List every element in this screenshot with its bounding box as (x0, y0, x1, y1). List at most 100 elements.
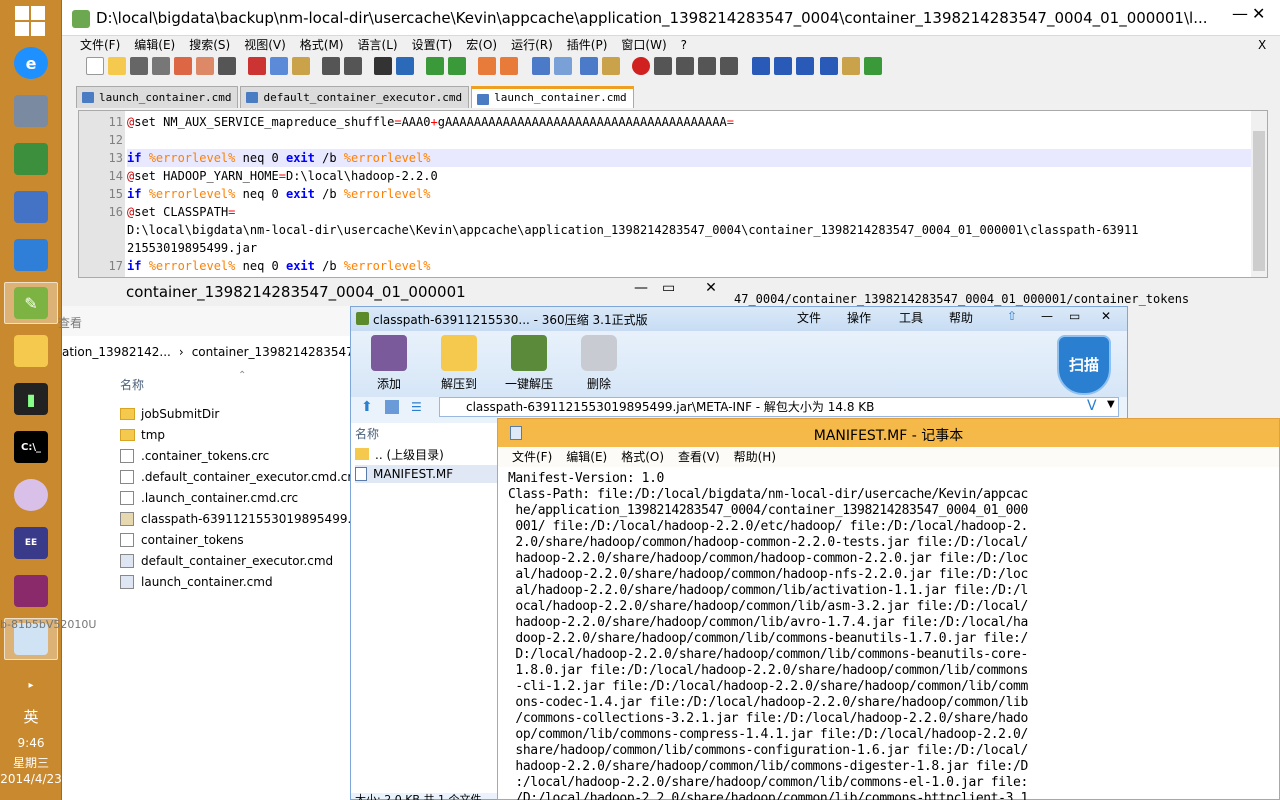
new-file-icon[interactable] (86, 57, 104, 75)
zip-manifest-row[interactable]: MANIFEST.MF (355, 465, 499, 483)
chevron-down-icon[interactable]: ▼ (1107, 399, 1115, 410)
replace-icon[interactable] (396, 57, 414, 75)
code-line[interactable]: 17 if %errorlevel% neq 0 exit /b %errorle… (109, 257, 1267, 275)
taskbar-app-2-button[interactable] (4, 138, 58, 180)
paste-icon[interactable] (292, 57, 310, 75)
zip-column-name[interactable]: 名称 (355, 425, 379, 442)
zip-menu-operate[interactable]: 操作 (847, 309, 871, 326)
taskbar-cmd-1-button[interactable]: ▮ (4, 378, 58, 420)
move-down-icon[interactable] (796, 57, 814, 75)
taskbar-eclipse-button[interactable]: EE (4, 522, 58, 564)
word-wrap-icon[interactable] (532, 57, 550, 75)
print-icon[interactable] (218, 57, 236, 75)
close-icon[interactable]: ✕ (1101, 309, 1111, 323)
code-line[interactable]: 16 @set CLASSPATH= (109, 203, 1267, 221)
menu-plugins[interactable]: 插件(P) (567, 36, 608, 54)
stop-macro-icon[interactable] (654, 57, 672, 75)
find-icon[interactable] (374, 57, 392, 75)
save-macro-icon[interactable] (720, 57, 738, 75)
collapse-all-icon[interactable] (752, 57, 770, 75)
zip-scan-button[interactable]: 扫描 (1057, 335, 1111, 395)
notepad-menu-edit[interactable]: 编辑(E) (566, 447, 607, 467)
taskbar-ie-button[interactable]: e (4, 42, 58, 84)
close-file-icon[interactable] (174, 57, 192, 75)
zip-menu-tools[interactable]: 工具 (899, 309, 923, 326)
menu-run[interactable]: 运行(R) (511, 36, 553, 54)
up-arrow-icon[interactable]: ⬆ (361, 399, 373, 415)
notepad-menu-file[interactable]: 文件(F) (512, 447, 552, 467)
menu-window[interactable]: 窗口(W) (621, 36, 666, 54)
taskbar-app-1-button[interactable] (4, 90, 58, 132)
indent-guide-icon[interactable] (580, 57, 598, 75)
copy-icon[interactable] (270, 57, 288, 75)
explorer-titlebar[interactable]: container_1398214283547_0004_01_000001 —… (62, 278, 734, 306)
file-list-item[interactable]: jobSubmitDir (120, 404, 219, 424)
close-icon[interactable]: ✕ (1252, 4, 1280, 28)
zoom-in-icon[interactable] (426, 57, 444, 75)
expand-all-icon[interactable] (820, 57, 838, 75)
zip-extract-to-button[interactable]: 解压到 (429, 335, 489, 392)
taskbar-notepadpp-button[interactable]: ✎ (4, 282, 58, 324)
tab-launch-container-1[interactable]: launch_container.cmd (76, 86, 239, 108)
file-list-item[interactable]: default_container_executor.cmd (120, 551, 333, 571)
run-macro-multiple-icon[interactable] (698, 57, 716, 75)
tray-language[interactable]: 英 (0, 706, 62, 727)
menu-language[interactable]: 语言(L) (358, 36, 398, 54)
notepad-menu-view[interactable]: 查看(V) (678, 447, 720, 467)
zip-parent-dir-row[interactable]: .. (上级目录) (355, 445, 444, 463)
file-list-item[interactable]: classpath-6391121553019895499.jar (120, 509, 367, 529)
tray-chevron-icon[interactable]: ▸ (0, 680, 62, 691)
menu-macro[interactable]: 宏(O) (466, 36, 497, 54)
zip-add-button[interactable]: 添加 (359, 335, 419, 392)
notepad-text-area[interactable]: Manifest-Version: 1.0 Class-Path: file:/D… (508, 471, 1278, 800)
menu-view[interactable]: 视图(V) (244, 36, 286, 54)
explorer-address-bar[interactable]: ation_13982142... › container_1398214283… (62, 342, 390, 362)
redo-icon[interactable] (344, 57, 362, 75)
function-list-icon[interactable] (842, 57, 860, 75)
close-all-icon[interactable] (196, 57, 214, 75)
zip-delete-button[interactable]: 删除 (569, 335, 629, 392)
code-line[interactable]: 14 @set HADOOP_YARN_HOME=D:\local\hadoop-… (109, 167, 1267, 185)
code-line[interactable]: 13 if %errorlevel% neq 0 exit /b %errorle… (109, 149, 1267, 167)
open-file-icon[interactable] (108, 57, 126, 75)
maximize-icon[interactable]: ▭ (1069, 309, 1080, 323)
tab-default-container-executor[interactable]: default_container_executor.cmd (240, 86, 470, 108)
menu-file[interactable]: 文件(F) (80, 36, 120, 54)
notepad-menu-format[interactable]: 格式(O) (621, 447, 664, 467)
taskbar-winrar-button[interactable] (4, 570, 58, 612)
move-up-icon[interactable] (774, 57, 792, 75)
file-list-item[interactable]: .launch_container.cmd.crc (120, 488, 298, 508)
zip-menu-file[interactable]: 文件 (797, 309, 821, 326)
maximize-icon[interactable]: ▭ (662, 280, 675, 296)
tab-launch-container-2[interactable]: launch_container.cmd (471, 86, 634, 108)
notepadpp-titlebar[interactable]: D:\local\bigdata\backup\nm-local-dir\use… (62, 0, 1280, 36)
play-macro-icon[interactable] (676, 57, 694, 75)
list-view-icon[interactable]: ☰ (411, 400, 422, 414)
file-list-item[interactable]: container_tokens (120, 530, 244, 550)
menu-search[interactable]: 搜索(S) (189, 36, 230, 54)
save-icon[interactable] (130, 57, 148, 75)
tray-weekday[interactable]: 星期三 (0, 754, 62, 771)
document-close-icon[interactable]: X (1258, 36, 1266, 54)
breadcrumb-parent[interactable]: ation_13982142... (62, 345, 171, 359)
menu-help[interactable]: ? (681, 36, 687, 54)
code-line[interactable]: D:\local\bigdata\nm-local-dir\usercache\… (127, 221, 1267, 239)
minimize-icon[interactable]: — (634, 280, 648, 296)
tray-date[interactable]: 2014/4/23 (0, 772, 62, 786)
notepad-titlebar[interactable]: MANIFEST.MF - 记事本 (498, 419, 1279, 447)
scrollbar-thumb[interactable] (1253, 131, 1265, 271)
thumbnail-view-icon[interactable] (385, 400, 399, 414)
file-list-item[interactable]: .default_container_executor.cmd.crc (120, 467, 359, 487)
minimize-icon[interactable]: — (1232, 4, 1248, 23)
code-line[interactable]: 21553019895499.jar (127, 239, 1267, 257)
zip-one-click-extract-button[interactable]: 一键解压 (499, 335, 559, 392)
ribbon-view-label[interactable]: 查看 (58, 314, 82, 331)
path-dropdown-icon[interactable]: V (1087, 398, 1097, 414)
tray-time[interactable]: 9:46 (0, 736, 62, 750)
menu-settings[interactable]: 设置(T) (412, 36, 453, 54)
code-editor[interactable]: 11 @set NM_AUX_SERVICE_mapreduce_shuffle=… (78, 110, 1268, 278)
save-all-icon[interactable] (152, 57, 170, 75)
menu-edit[interactable]: 编辑(E) (134, 36, 175, 54)
column-header-name[interactable]: 名称 (120, 376, 144, 393)
start-button[interactable] (15, 6, 45, 36)
